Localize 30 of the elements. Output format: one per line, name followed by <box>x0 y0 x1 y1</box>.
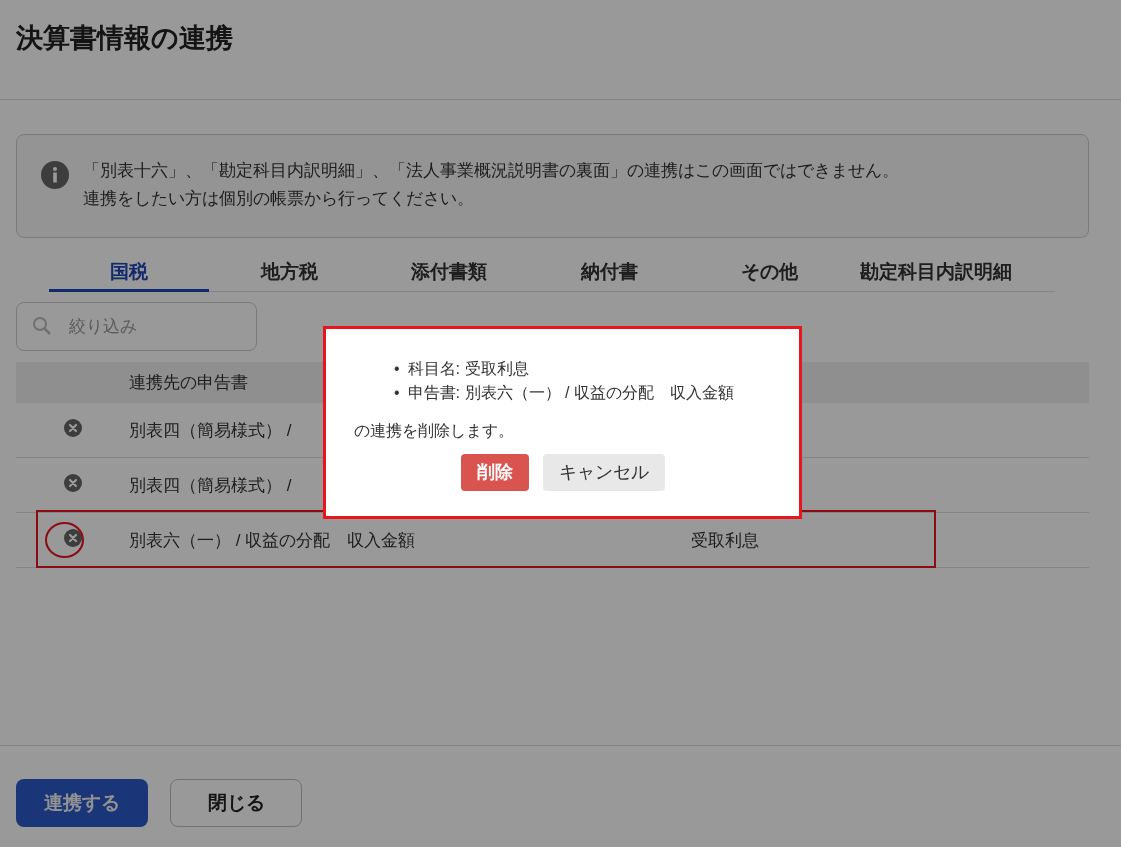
tab[interactable]: その他 <box>689 254 849 292</box>
bullet: • <box>394 383 400 403</box>
notice-text: 連携をしたい方は個別の帳票から行ってください。 <box>83 188 475 210</box>
table-cell: 受取利息 <box>691 530 759 550</box>
dialog-message: の連携を削除します。 <box>354 421 515 441</box>
notice-text: 「別表十六」、「勘定科目内訳明細」、「法人事業概況説明書の裏面」の連携はこの画面ではできません。 <box>83 160 899 182</box>
search-icon <box>32 316 52 336</box>
tab[interactable]: 納付書 <box>529 254 689 292</box>
table-cell: 別表四（簡易様式） / <box>129 420 292 440</box>
delete-button[interactable]: 削除 <box>460 454 529 491</box>
table-cell: 別表四（簡易様式） / <box>129 475 292 495</box>
list-item: 科目名: 受取利息 <box>407 359 529 379</box>
table-cell: 別表六（一） / 収益の分配 収入金額 <box>129 530 416 550</box>
page-title: 決算書情報の連携 <box>16 22 233 55</box>
remove-icon[interactable] <box>63 528 82 547</box>
column-header: 連携先の申告書 <box>129 373 248 392</box>
filter-field[interactable]: 絞り込み <box>16 302 257 351</box>
tab[interactable]: 添付書類 <box>369 254 529 292</box>
annotation-circle <box>45 522 84 558</box>
tab[interactable]: 勘定科目内訳明細 <box>849 254 1023 292</box>
cancel-button[interactable]: キャンセル <box>542 454 665 491</box>
link-button[interactable]: 連携する <box>16 779 148 827</box>
tab[interactable]: 地方税 <box>209 254 369 292</box>
bullet: • <box>394 359 400 379</box>
close-button[interactable]: 閉じる <box>170 779 302 827</box>
list-item: 申告書: 別表六（一） / 収益の分配 収入金額 <box>407 383 734 403</box>
tab[interactable]: 国税 <box>49 254 209 292</box>
remove-icon[interactable] <box>63 473 82 492</box>
remove-icon[interactable] <box>63 418 82 437</box>
info-icon <box>41 161 69 189</box>
